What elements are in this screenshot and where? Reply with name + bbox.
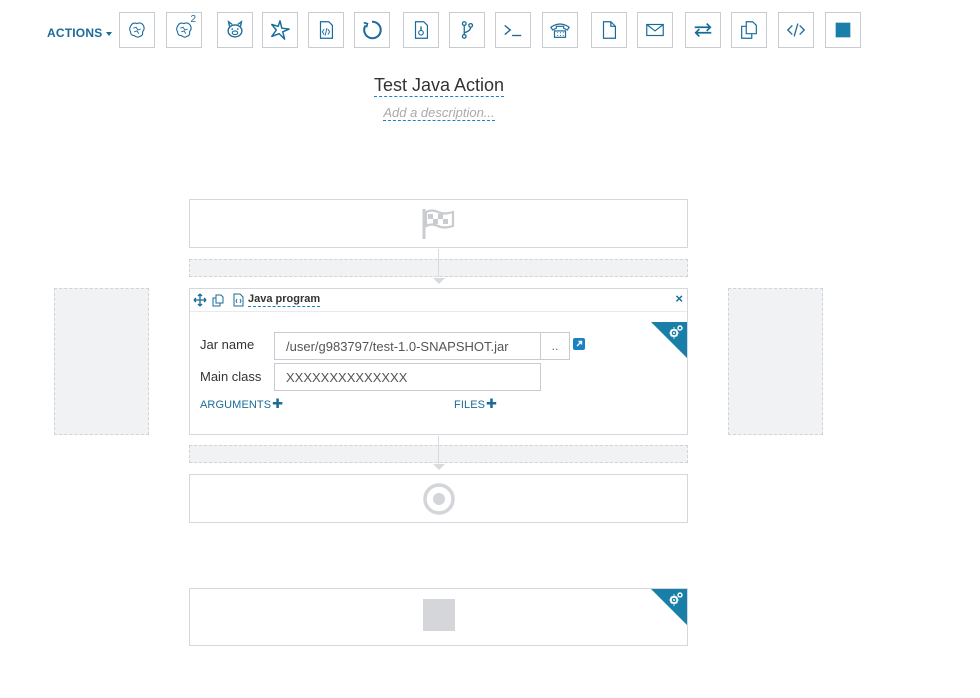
kill-action-button[interactable] [825,12,861,48]
gears-icon[interactable] [668,324,684,340]
right-drop-zone[interactable] [728,288,823,435]
left-drop-zone[interactable] [54,288,149,435]
files-label: FILES [454,399,486,411]
plus-icon: ✚ [486,396,498,411]
java-action-node[interactable]: Java program × Jar name /user/g983797/te… [189,288,688,435]
close-icon[interactable]: × [675,292,683,306]
jar-name-label: Jar name [200,337,255,352]
kill-icon [835,22,851,38]
action-card-header: Java program × [190,289,687,312]
mapreduce-icon [414,21,429,39]
subworkflow-icon [461,21,474,39]
java-icon [319,21,334,39]
mapreduce-action-button[interactable] [403,12,439,48]
java-file-icon [233,293,244,307]
main-class-input[interactable]: XXXXXXXXXXXXXX [274,363,541,391]
main-class-label: Main class [200,369,262,384]
workflow-description[interactable]: Add a description... [0,105,878,121]
plus-icon: ✚ [272,396,284,411]
connector-arrowhead [433,278,445,284]
connector-line [438,259,439,277]
shell-action-button[interactable] [495,12,531,48]
connector-line [438,436,439,464]
end-target-icon [422,482,455,515]
sqoop-action-button[interactable] [354,12,390,48]
ssh-action-button[interactable] [542,12,578,48]
email-icon [646,23,664,37]
start-node [189,199,688,248]
streaming-action-button[interactable] [685,12,721,48]
distcp-icon [741,21,757,39]
workflow-title-text: Test Java Action [373,75,505,97]
ssh-icon [550,23,570,38]
java-action-button[interactable] [308,12,344,48]
copy-icon[interactable] [211,293,225,307]
subworkflow-action-button[interactable] [449,12,485,48]
hdfs-fs-icon [602,21,617,39]
end-node [189,474,688,523]
add-files-button[interactable]: FILES✚ [454,396,497,412]
sqoop-icon [363,20,382,40]
open-external-icon[interactable] [573,338,585,350]
distcp-action-button[interactable] [731,12,767,48]
actions-dropdown[interactable]: ACTIONS [47,26,113,40]
generic-action-button[interactable] [778,12,814,48]
hive-action-button[interactable] [119,12,155,48]
arguments-label: ARGUMENTS [200,399,272,411]
generic-icon [786,23,806,37]
shell-icon [504,24,522,37]
streaming-icon [694,22,712,38]
caret-down-icon [106,31,113,36]
spark-icon [271,20,290,40]
fs-action-button[interactable] [591,12,627,48]
start-flag-icon [422,208,454,239]
hive2-action-button[interactable]: 2 [166,12,202,48]
hive2-superscript: 2 [190,14,196,25]
browse-button[interactable]: .. [540,332,570,360]
pig-icon [227,20,243,38]
gears-icon[interactable] [668,591,684,607]
spark-action-button[interactable] [262,12,298,48]
kill-square-icon [422,599,455,631]
kill-node[interactable] [189,588,688,646]
add-arguments-button[interactable]: ARGUMENTS✚ [200,396,283,412]
pig-action-button[interactable] [217,12,253,48]
workflow-title[interactable]: Test Java Action [0,75,878,97]
email-action-button[interactable] [637,12,673,48]
action-title[interactable]: Java program [248,293,321,307]
connector-arrowhead [433,464,445,470]
jar-name-input[interactable]: /user/g983797/test-1.0-SNAPSHOT.jar [274,332,541,360]
move-arrows-icon[interactable] [193,293,207,307]
actions-label: ACTIONS [47,26,103,40]
hive-icon [129,22,145,38]
workflow-description-placeholder: Add a description... [383,105,495,121]
